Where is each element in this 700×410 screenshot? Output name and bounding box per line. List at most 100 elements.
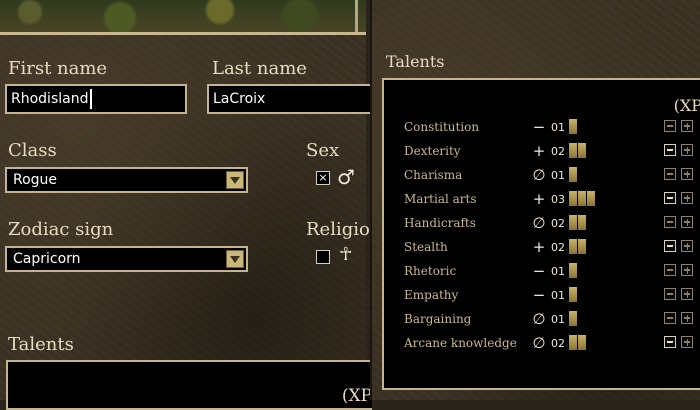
plus-button-icon[interactable] — [681, 240, 693, 252]
talent-level-bars — [569, 119, 578, 134]
minus-button-icon[interactable] — [664, 312, 676, 324]
talent-level-bars — [569, 191, 596, 206]
class-value: Rogue — [13, 172, 58, 188]
talent-modifier-sign: − — [532, 286, 546, 304]
zodiac-dropdown[interactable]: Capricorn — [5, 246, 248, 272]
talent-row: Dexterity +02 — [404, 142, 700, 162]
plus-button-icon[interactable] — [681, 168, 693, 180]
talents-box: (XP — [6, 360, 372, 410]
talent-level-bar — [569, 311, 577, 326]
plus-button-icon[interactable] — [681, 288, 693, 300]
talent-level-bars — [569, 215, 587, 230]
minus-button-icon[interactable] — [664, 336, 676, 348]
talent-level-bar — [569, 143, 577, 158]
talent-level-bar — [569, 119, 577, 134]
talent-value: 02 — [551, 337, 565, 350]
talents-list-box: (XP Constitution −01 Dexterity +02 Charisma ∅… — [382, 78, 700, 390]
character-creation-panel: First name Last name Class Rogue Sex × ♂… — [0, 0, 372, 400]
minus-button-icon[interactable] — [664, 168, 676, 180]
talent-value: 03 — [551, 193, 565, 206]
talent-row: Stealth +02 — [404, 238, 700, 258]
talent-modifier-sign: − — [532, 118, 546, 136]
sex-checkbox[interactable]: × — [316, 171, 330, 185]
talent-row: Arcane knowledge ∅ 02 — [404, 334, 700, 354]
talent-value: 01 — [551, 169, 565, 182]
male-symbol-icon: ♂ — [337, 165, 355, 189]
talent-row: Empathy −01 — [404, 286, 700, 306]
dropdown-arrow-icon[interactable] — [226, 250, 244, 268]
talent-value: 02 — [551, 217, 565, 230]
talents-label: Talents — [8, 334, 74, 355]
talent-row: Rhetoric −01 — [404, 262, 700, 282]
talent-name: Dexterity — [404, 144, 461, 158]
talent-modifier-sign: + — [532, 142, 546, 160]
talent-name: Bargaining — [404, 312, 472, 326]
class-dropdown[interactable]: Rogue — [5, 167, 248, 193]
minus-button-icon[interactable] — [664, 144, 676, 156]
plus-button-icon[interactable] — [681, 144, 693, 156]
talent-row: Charisma ∅ 01 — [404, 166, 700, 186]
first-name-input[interactable] — [7, 86, 185, 112]
last-name-label: Last name — [212, 58, 307, 79]
talent-name: Arcane knowledge — [404, 336, 517, 350]
talent-level-bar — [569, 191, 577, 206]
dropdown-arrow-icon[interactable] — [226, 171, 244, 189]
zodiac-value: Capricorn — [13, 251, 81, 267]
first-name-label: First name — [8, 58, 108, 79]
religion-checkbox[interactable] — [316, 250, 330, 264]
xp-label: (XP — [341, 386, 372, 406]
talent-modifier-sign: + — [532, 190, 546, 208]
talent-level-bar — [569, 287, 577, 302]
talent-level-bar — [569, 167, 577, 182]
talent-level-bar — [569, 335, 577, 350]
minus-button-icon[interactable] — [664, 264, 676, 276]
talent-level-bar — [569, 239, 577, 254]
talent-value: 01 — [551, 121, 565, 134]
talent-modifier-sign: − — [532, 262, 546, 280]
talent-level-bars — [569, 311, 578, 326]
talent-modifier-sign: ∅ — [532, 334, 546, 352]
minus-button-icon[interactable] — [664, 216, 676, 228]
plus-button-icon[interactable] — [681, 312, 693, 324]
talent-name: Handicrafts — [404, 216, 476, 230]
talent-level-bar — [578, 191, 586, 206]
ankh-icon: ☥ — [339, 244, 353, 265]
talent-name: Empathy — [404, 288, 459, 302]
plus-button-icon[interactable] — [681, 264, 693, 276]
talent-row: Handicrafts ∅ 02 — [404, 214, 700, 234]
landscape-picture — [0, 0, 366, 35]
class-label: Class — [8, 140, 57, 161]
talent-level-bars — [569, 167, 578, 182]
talent-level-bar — [578, 215, 586, 230]
talent-level-bar — [578, 239, 586, 254]
talent-level-bars — [569, 287, 578, 302]
minus-button-icon[interactable] — [664, 240, 676, 252]
talent-name: Charisma — [404, 168, 463, 182]
talent-row: Martial arts +03 — [404, 190, 700, 210]
minus-button-icon[interactable] — [664, 192, 676, 204]
talents-panel-title: Talents — [386, 52, 445, 71]
talent-name: Rhetoric — [404, 264, 457, 278]
minus-button-icon[interactable] — [664, 288, 676, 300]
last-name-field[interactable] — [207, 84, 372, 114]
xp-label: (XP — [673, 96, 700, 115]
talent-level-bar — [578, 335, 586, 350]
plus-button-icon[interactable] — [681, 336, 693, 348]
minus-button-icon[interactable] — [664, 120, 676, 132]
first-name-field[interactable] — [5, 84, 187, 114]
talent-name: Martial arts — [404, 192, 477, 206]
last-name-input[interactable] — [209, 86, 372, 112]
talent-modifier-sign: ∅ — [532, 214, 546, 232]
talent-modifier-sign: ∅ — [532, 166, 546, 184]
talent-level-bars — [569, 239, 587, 254]
picture-frame — [355, 0, 358, 32]
talent-name: Constitution — [404, 120, 480, 134]
plus-button-icon[interactable] — [681, 120, 693, 132]
talent-modifier-sign: + — [532, 238, 546, 256]
text-cursor — [90, 89, 92, 109]
talent-row: Constitution −01 — [404, 118, 700, 138]
plus-button-icon[interactable] — [681, 216, 693, 228]
talent-row: Bargaining ∅ 01 — [404, 310, 700, 330]
plus-button-icon[interactable] — [681, 192, 693, 204]
religion-label: Religio — [306, 219, 370, 240]
